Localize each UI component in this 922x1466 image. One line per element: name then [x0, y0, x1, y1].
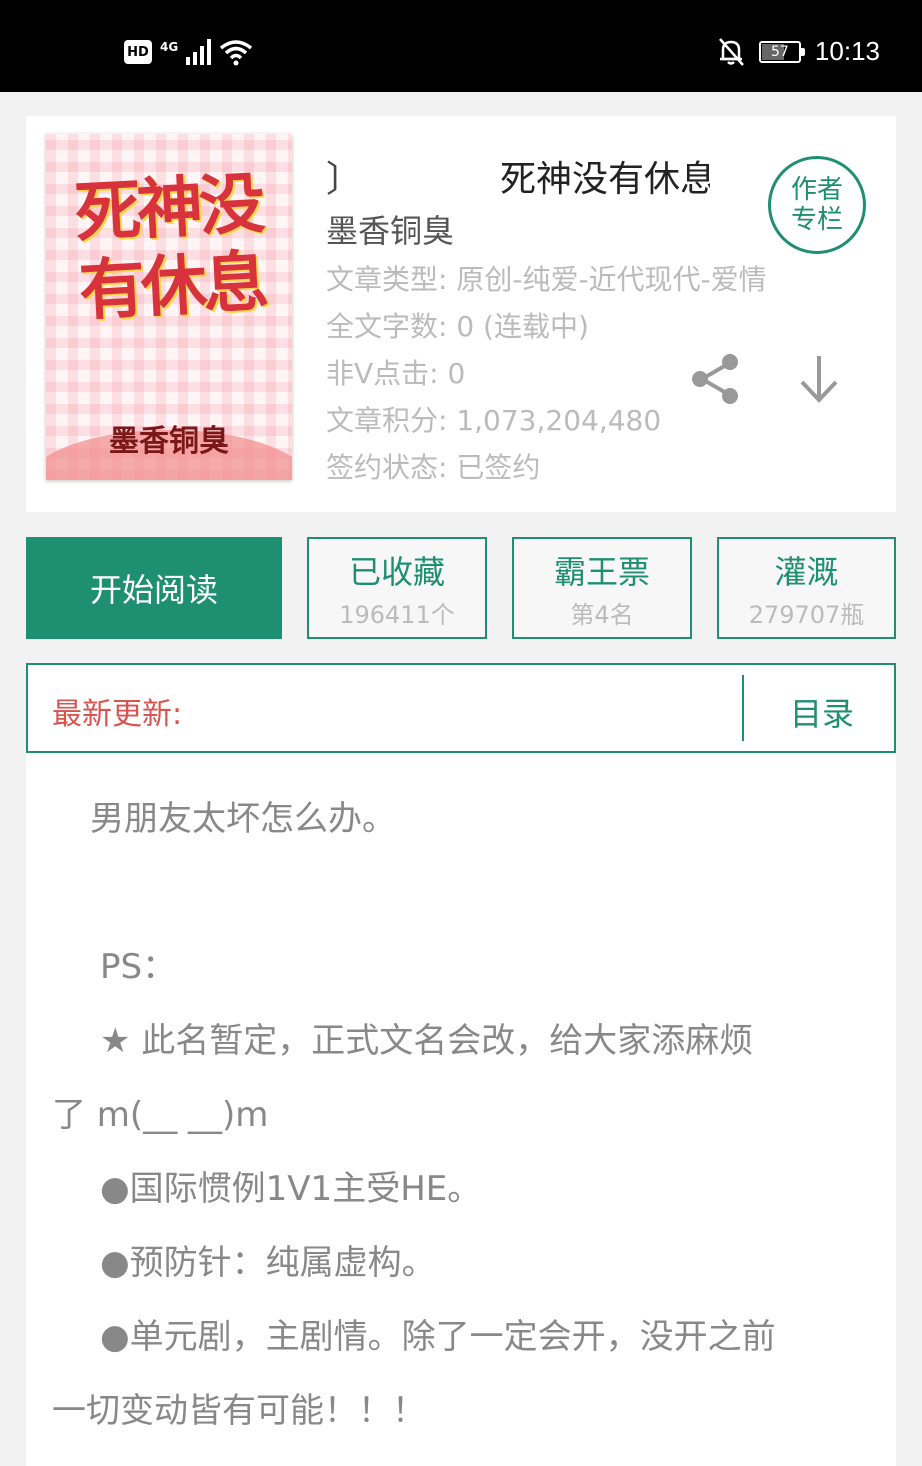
meta-type: 文章类型: 原创-纯爱-近代现代-爱情 [326, 263, 767, 296]
divider [742, 675, 744, 741]
network-type: 4G [160, 40, 179, 54]
summary-line: 了 m(__ __)m [52, 1095, 269, 1135]
summary-line: 男朋友太坏怎么办。 [90, 799, 396, 839]
book-summary: 男朋友太坏怎么办。 PS： ★ 此名暂定，正式文名会改，给大家添麻烦 了 m(_… [26, 753, 896, 1466]
signal-icon [186, 39, 212, 65]
bell-off-icon [718, 37, 744, 66]
favorite-count: 196411个 [339, 601, 455, 629]
book-header-card: 死神没有休息 墨香铜臭 〕 死神没有休息 墨香铜臭 文章类型: 原创-纯爱-近代… [26, 116, 896, 512]
author-column-label: 作者 专栏 [790, 175, 843, 235]
book-title-row: 〕 死神没有休息 [326, 146, 746, 202]
nutrient-count: 279707瓶 [748, 601, 865, 629]
favorite-label: 已收藏 [348, 553, 445, 591]
table-of-contents-button[interactable]: 目录 [790, 689, 854, 735]
battery-level: 57 [771, 43, 789, 60]
meta-clicks: 非V点击: 0 [326, 357, 466, 390]
favorite-button[interactable]: 已收藏 196411个 [307, 537, 487, 639]
battery-icon: 57 [758, 40, 805, 63]
book-title: 死神没有休息 [500, 159, 710, 200]
download-icon[interactable] [796, 352, 842, 406]
summary-line: ●国际惯例1V1主受HE。 [100, 1169, 482, 1209]
share-icon[interactable] [688, 352, 742, 406]
summary-line: ●单元剧，主剧情。除了一定会开，没开之前 [100, 1317, 776, 1357]
bawang-rank: 第4名 [570, 601, 634, 629]
cover-title: 死神没有休息 [73, 165, 267, 330]
status-bar: HD 4G 57 10:13 [0, 0, 922, 92]
meta-word-count: 全文字数: 0 (连载中) [326, 310, 589, 343]
summary-line: 一切变动皆有可能！！！ [52, 1391, 426, 1431]
bawang-label: 霸王票 [553, 553, 650, 591]
start-reading-button[interactable]: 开始阅读 [26, 537, 282, 639]
status-left: HD 4G [124, 38, 253, 66]
book-cover[interactable]: 死神没有休息 墨香铜臭 [46, 134, 292, 480]
summary-line: PS： [100, 947, 177, 987]
cover-author: 墨香铜臭 [109, 424, 229, 459]
meta-score: 文章积分: 1,073,204,480 [326, 404, 662, 437]
summary-line: ★ 此名暂定，正式文名会改，给大家添麻烦 [100, 1021, 754, 1061]
bawang-ticket-button[interactable]: 霸王票 第4名 [512, 537, 692, 639]
book-info: 〕 死神没有休息 墨香铜臭 文章类型: 原创-纯爱-近代现代-爱情 全文字数: … [326, 146, 767, 491]
nutrient-button[interactable]: 灌溉 279707瓶 [717, 537, 896, 639]
latest-update-bar[interactable]: 最新更新: 目录 [26, 663, 896, 753]
clock: 10:13 [814, 36, 880, 66]
title-prefix: 〕 [326, 159, 363, 200]
meta-sign-status: 签约状态: 已签约 [326, 451, 541, 484]
summary-line: ●预防针：纯属虚构。 [100, 1243, 436, 1283]
author-name[interactable]: 墨香铜臭 [326, 206, 746, 256]
status-right: 57 10:13 [717, 36, 880, 67]
author-column-button[interactable]: 作者 专栏 [768, 156, 866, 254]
nutrient-label: 灌溉 [774, 553, 839, 591]
hd-icon: HD [124, 40, 152, 64]
latest-update-label: 最新更新: [52, 697, 183, 732]
wifi-icon [220, 40, 253, 66]
